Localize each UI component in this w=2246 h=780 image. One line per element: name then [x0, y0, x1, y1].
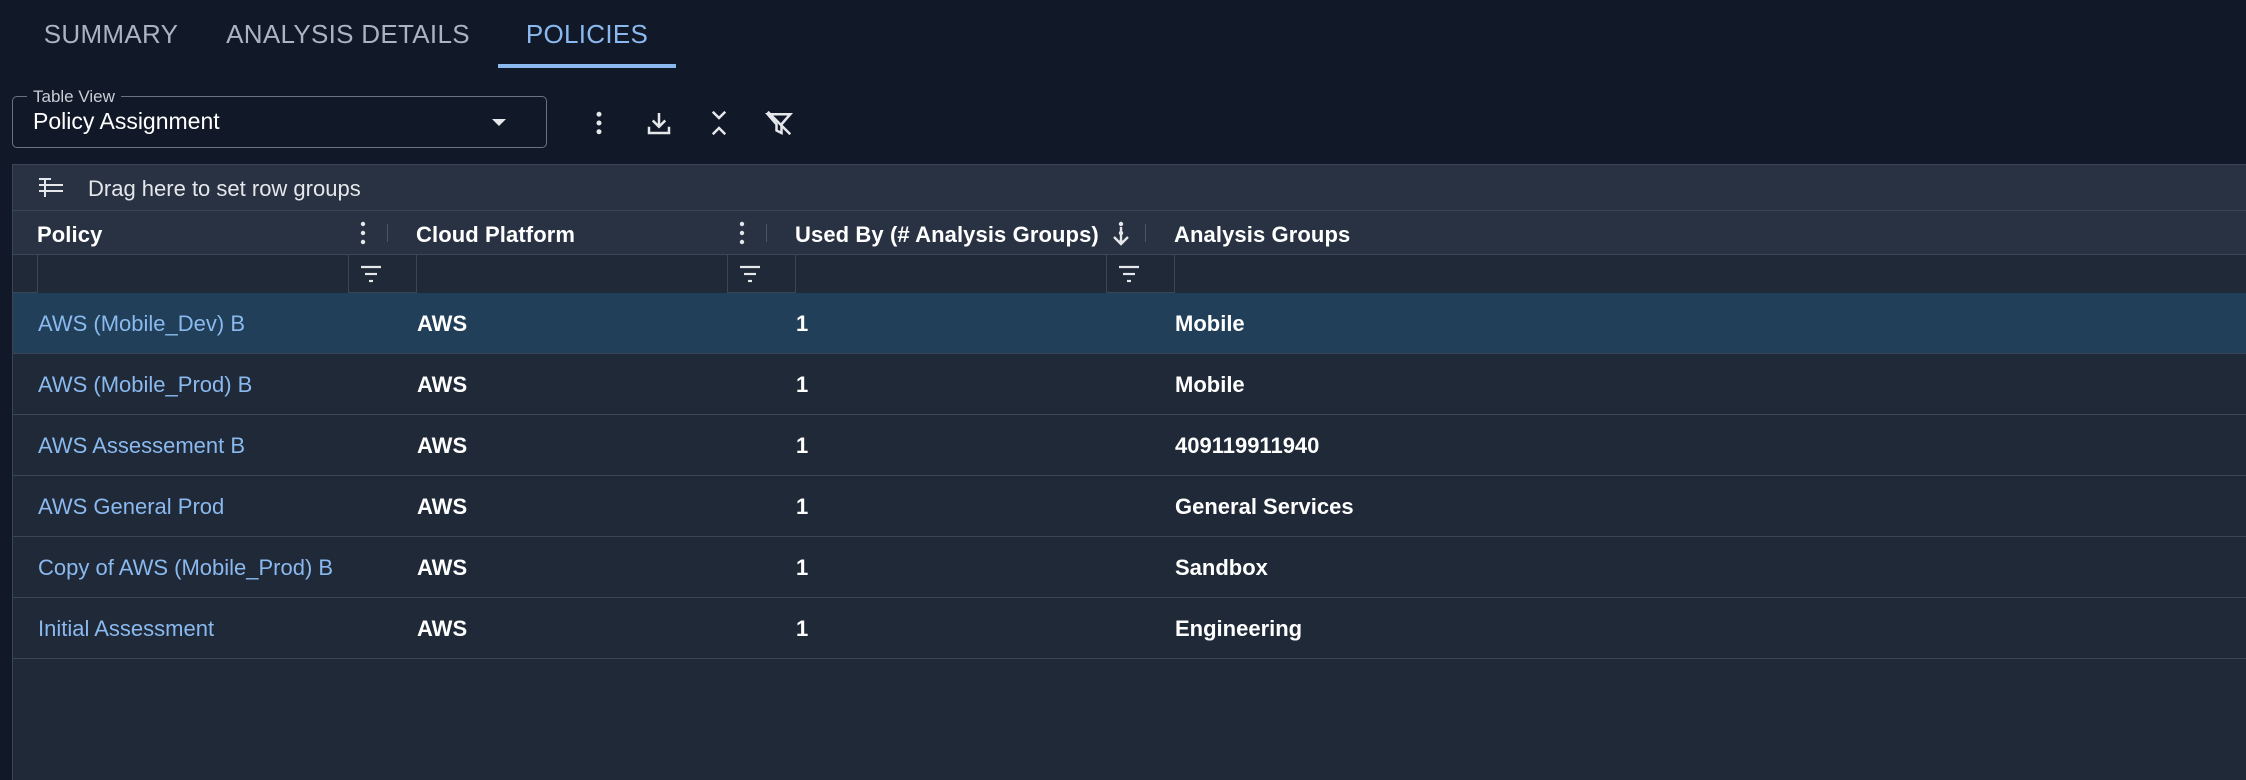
collapse-all-button[interactable] — [698, 102, 740, 144]
cloud-platform-filter-input[interactable] — [416, 255, 728, 293]
analysis-groups-cell: Sandbox — [1175, 554, 1268, 580]
column-header-cloud-platform[interactable]: Cloud Platform — [392, 211, 771, 255]
column-filter-row — [13, 255, 2246, 293]
table-view-value: Policy Assignment — [33, 108, 220, 134]
row-group-drop-zone[interactable]: Drag here to set row groups — [13, 165, 2246, 211]
analysis-groups-cell: 409119911940 — [1175, 432, 1320, 458]
cloud-platform-cell: AWS — [417, 432, 468, 458]
used-by-cell: 1 — [796, 310, 809, 336]
policy-link[interactable]: Initial Assessment — [38, 598, 214, 659]
cloud-platform-cell: AWS — [417, 371, 468, 397]
column-header-row: Policy Cloud Platform Used By (# Analysi… — [13, 211, 2246, 255]
column-header-label: Cloud Platform — [416, 222, 576, 247]
analysis-groups-filter-input[interactable] — [1174, 255, 2246, 293]
filter-icon[interactable] — [1115, 261, 1143, 287]
policy-link[interactable]: AWS (Mobile_Dev) B — [38, 293, 245, 354]
more-vert-icon — [596, 111, 602, 135]
clear-filter-icon — [764, 110, 794, 136]
table-row[interactable]: AWS Assessement B AWS 1 409119911940 — [13, 415, 2246, 476]
policy-grid: Drag here to set row groups Policy Cloud… — [12, 164, 2246, 780]
analysis-groups-cell: Engineering — [1175, 615, 1303, 641]
used-by-cell: 1 — [796, 554, 809, 580]
clear-filters-button[interactable] — [758, 102, 800, 144]
column-header-label: Policy — [37, 222, 103, 247]
cloud-platform-cell: AWS — [417, 493, 468, 519]
row-group-icon — [39, 178, 63, 197]
download-icon — [647, 113, 671, 135]
column-header-used-by[interactable]: Used By (# Analysis Groups) — [771, 211, 1150, 255]
column-menu-icon[interactable] — [730, 217, 754, 249]
table-row[interactable]: Copy of AWS (Mobile_Prod) B AWS 1 Sandbo… — [13, 537, 2246, 598]
tab-policies[interactable]: POLICIES — [498, 0, 676, 68]
policy-link[interactable]: Copy of AWS (Mobile_Prod) B — [38, 537, 333, 598]
column-header-analysis-groups[interactable]: Analysis Groups — [1150, 211, 2246, 255]
caret-down-icon — [492, 119, 506, 126]
column-menu-icon[interactable] — [351, 217, 375, 249]
collapse-icon — [711, 110, 727, 136]
policy-filter-input[interactable] — [37, 255, 349, 293]
used-by-cell: 1 — [796, 432, 809, 458]
tab-bar: SUMMARY ANALYSIS DETAILS POLICIES — [0, 0, 2246, 68]
tab-analysis-details[interactable]: ANALYSIS DETAILS — [210, 0, 486, 68]
column-header-policy[interactable]: Policy — [13, 211, 392, 255]
used-by-cell: 1 — [796, 615, 809, 641]
table-row[interactable]: AWS General Prod AWS 1 General Services — [13, 476, 2246, 537]
column-separator[interactable] — [387, 224, 388, 242]
download-button[interactable] — [638, 102, 680, 144]
row-group-hint: Drag here to set row groups — [88, 176, 361, 201]
filter-icon[interactable] — [357, 261, 385, 287]
toolbar: Table View Policy Assignment — [12, 80, 1012, 148]
tab-summary[interactable]: SUMMARY — [18, 0, 204, 68]
used-by-cell: 1 — [796, 493, 809, 519]
column-menu-icon[interactable] — [1109, 217, 1133, 249]
more-options-button[interactable] — [578, 102, 620, 144]
analysis-groups-cell: General Services — [1175, 493, 1354, 519]
column-separator[interactable] — [1145, 224, 1146, 242]
column-header-label: Analysis Groups — [1174, 222, 1351, 247]
cloud-platform-cell: AWS — [417, 310, 468, 336]
used-by-filter-input[interactable] — [795, 255, 1107, 293]
policy-link[interactable]: AWS (Mobile_Prod) B — [38, 354, 252, 415]
policy-link[interactable]: AWS General Prod — [38, 476, 224, 537]
used-by-cell: 1 — [796, 371, 809, 397]
table-view-label: Table View — [27, 87, 121, 107]
cloud-platform-cell: AWS — [417, 554, 468, 580]
table-row[interactable]: AWS (Mobile_Dev) B AWS 1 Mobile — [13, 293, 2246, 354]
filter-icon[interactable] — [736, 261, 764, 287]
column-header-text: Used By (# Analysis Groups) — [795, 222, 1099, 247]
table-row[interactable]: Initial Assessment AWS 1 Engineering — [13, 598, 2246, 659]
policy-link[interactable]: AWS Assessement B — [38, 415, 245, 476]
table-view-select[interactable]: Table View Policy Assignment — [12, 87, 547, 148]
column-separator[interactable] — [766, 224, 767, 242]
analysis-groups-cell: Mobile — [1175, 310, 1245, 336]
cloud-platform-cell: AWS — [417, 615, 468, 641]
table-row[interactable]: AWS (Mobile_Prod) B AWS 1 Mobile — [13, 354, 2246, 415]
analysis-groups-cell: Mobile — [1175, 371, 1245, 397]
column-header-label: Used By (# Analysis Groups) — [795, 222, 1131, 248]
